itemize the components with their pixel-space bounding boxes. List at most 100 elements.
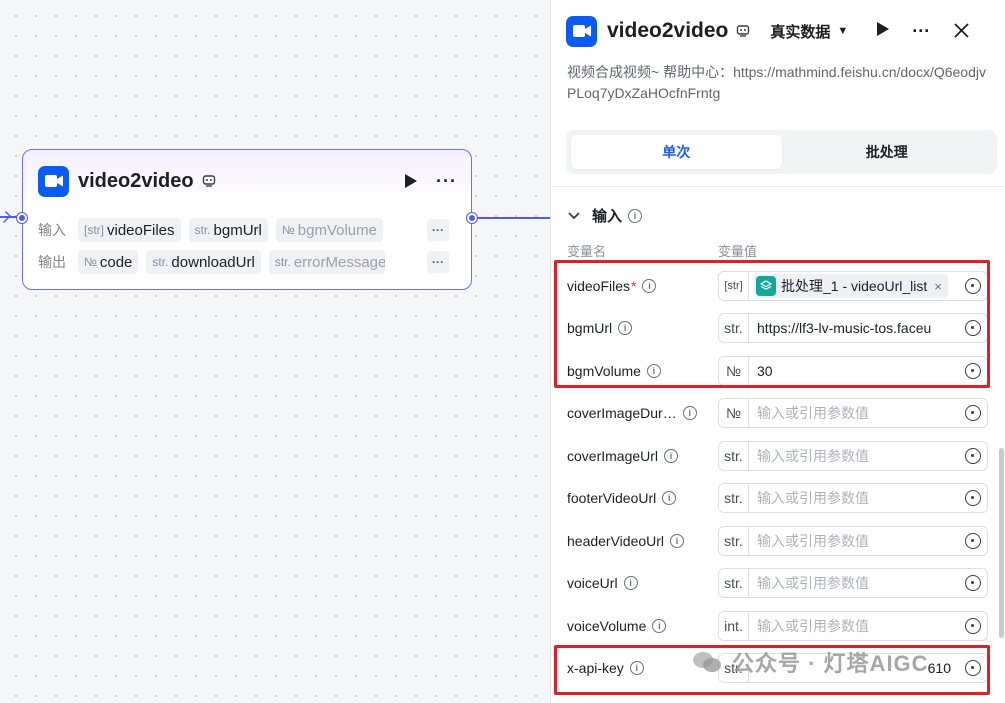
tab-single[interactable]: 单次 [571,135,782,169]
info-icon: i [628,208,643,223]
section-title: 输入 [592,208,623,225]
param-name: bgmVolume i [567,363,718,379]
reference-variable-icon[interactable] [959,612,987,640]
panel-more-button[interactable]: ··· [912,21,930,42]
param-value-field[interactable]: int. 输入或引用参数值 [718,611,988,641]
reference-variable-icon[interactable] [959,357,987,385]
output-tag-errorMessage: str. errorMessage [268,250,385,274]
param-row-voiceVolume: voiceVolume i int. 输入或引用参数值 [567,611,988,641]
wechat-logo-icon [693,652,721,672]
param-value-field[interactable]: str. 输入或引用参数值 [718,483,988,513]
param-name: bgmUrl i [567,320,718,336]
param-row-bgmVolume: bgmVolume i № 30 [567,356,988,386]
param-value[interactable]: https://lf3-lv-music-tos.faceu [749,320,959,336]
param-row-videoFiles: videoFiles * i [str] 批处理_1 - videoUrl_list… [567,271,988,301]
param-value[interactable]: 30 [749,363,959,379]
param-row-coverImageDuration: coverImageDur… i № 输入或引用参数值 [567,398,988,428]
more-inputs-button[interactable]: ··· [427,219,449,241]
reference-variable-icon[interactable] [959,484,987,512]
reference-variable-icon[interactable] [959,569,987,597]
info-icon: i [652,619,667,633]
node-more-button[interactable]: ··· [436,171,457,192]
tab-batch[interactable]: 批处理 [782,135,993,169]
type-badge: [str] [719,272,749,300]
info-icon: i [682,406,697,420]
data-mode-dropdown[interactable]: 真实数据 ▼ [770,21,848,42]
input-section-header[interactable]: 输入 i [568,205,643,226]
type-badge: str. [719,527,749,555]
type-badge: № [719,357,749,385]
reference-variable-icon[interactable] [959,442,987,470]
col-name-header: 变量名 [567,244,607,259]
param-name: coverImageUrl i [567,448,718,464]
param-value-field[interactable]: [str] 批处理_1 - videoUrl_list × [718,271,988,301]
reference-variable-icon[interactable] [959,272,987,300]
node-output-port[interactable] [467,213,477,223]
param-row-voiceUrl: voiceUrl i str. 输入或引用参数值 [567,568,988,598]
param-row-coverImageUrl: coverImageUrl i str. 输入或引用参数值 [567,441,988,471]
param-row-headerVideoUrl: headerVideoUrl i str. 输入或引用参数值 [567,526,988,556]
output-tag-downloadUrl: str. downloadUrl [146,250,261,274]
caret-down-icon: ▼ [837,25,849,37]
outputs-label: 输出 [38,254,66,270]
node-description: 视频合成视频~ 帮助中心：https://mathmind.feishu.cn/… [567,64,986,101]
type-badge: str. [719,569,749,597]
panel-title: video2video [607,19,729,42]
reference-chip[interactable]: 批处理_1 - videoUrl_list × [754,274,948,298]
param-value-placeholder[interactable]: 输入或引用参数值 [749,488,959,508]
param-value-field[interactable]: str. 输入或引用参数值 [718,568,988,598]
param-name: coverImageDur… i [567,405,718,421]
param-value-placeholder[interactable]: 输入或引用参数值 [749,616,959,636]
close-icon[interactable] [954,18,969,44]
param-row-footerVideoUrl: footerVideoUrl i str. 输入或引用参数值 [567,483,988,513]
param-value-placeholder[interactable]: 输入或引用参数值 [749,403,959,423]
param-value-field[interactable]: № 30 [718,356,988,386]
input-tag-bgmVolume: № bgmVolume [275,218,383,242]
param-value-field[interactable]: str. https://lf3-lv-music-tos.faceu [718,313,988,343]
type-badge: str. [719,484,749,512]
info-icon: i [664,449,679,463]
param-name: videoFiles * i [567,278,718,294]
type-badge: str. [719,314,749,342]
type-badge: int. [719,612,749,640]
reference-variable-icon[interactable] [959,654,987,682]
node-inputs-row: 输入 [str] videoFiles str. bgmUrl № bgmVolume… [38,217,449,243]
watermark-text: 公众号 · 灯塔AIGC [732,651,929,676]
param-value-field[interactable]: str. 输入或引用参数值 [718,441,988,471]
remove-reference-icon[interactable]: × [934,279,942,294]
input-tag-bgmUrl: str. bgmUrl [188,218,268,242]
col-value-header: 变量值 [718,244,758,259]
param-value-field[interactable]: str. 输入或引用参数值 [718,526,988,556]
param-value-field[interactable]: № 输入或引用参数值 [718,398,988,428]
param-value-placeholder[interactable]: 输入或引用参数值 [749,446,959,466]
more-outputs-button[interactable]: ··· [427,251,449,273]
param-name: voiceUrl i [567,575,718,591]
node-header: video2video ··· [38,165,457,197]
run-node-button[interactable] [400,170,422,192]
run-mode-tabs: 单次 批处理 [566,130,997,174]
workflow-node-video2video[interactable]: video2video ··· 输入 [str] videoFiles str. b… [22,149,472,290]
panel-scrollbar[interactable] [999,448,1004,638]
param-row-bgmUrl: bgmUrl i str. https://lf3-lv-music-tos.fa… [567,313,988,343]
node-input-port[interactable] [17,213,27,223]
reference-variable-icon[interactable] [959,314,987,342]
info-icon: i [623,576,638,590]
node-title: video2video [78,169,194,192]
param-value-placeholder[interactable]: 输入或引用参数值 [749,573,959,593]
input-tag-videoFiles: [str] videoFiles [78,218,181,242]
reference-variable-icon[interactable] [959,527,987,555]
incoming-edge-arrow [0,211,11,223]
plugin-badge-icon [736,24,750,38]
run-button[interactable] [876,21,890,42]
watermark: 公众号 · 灯塔AIGC [692,646,929,678]
plugin-badge-icon [202,174,216,188]
param-value-placeholder[interactable]: 输入或引用参数值 [749,531,959,551]
reference-variable-icon[interactable] [959,399,987,427]
divider [551,186,1005,187]
panel-header: video2video 真实数据 ▼ ··· [566,14,987,48]
chevron-down-icon [568,207,580,224]
output-tag-code: № code [78,250,139,274]
node-detail-panel: video2video 真实数据 ▼ ··· 视频合成视频~ 帮助中心：http… [550,0,1005,703]
info-icon: i [646,364,661,378]
node-outputs-row: 输出 № code str. downloadUrl str. errorMessag… [38,249,449,275]
